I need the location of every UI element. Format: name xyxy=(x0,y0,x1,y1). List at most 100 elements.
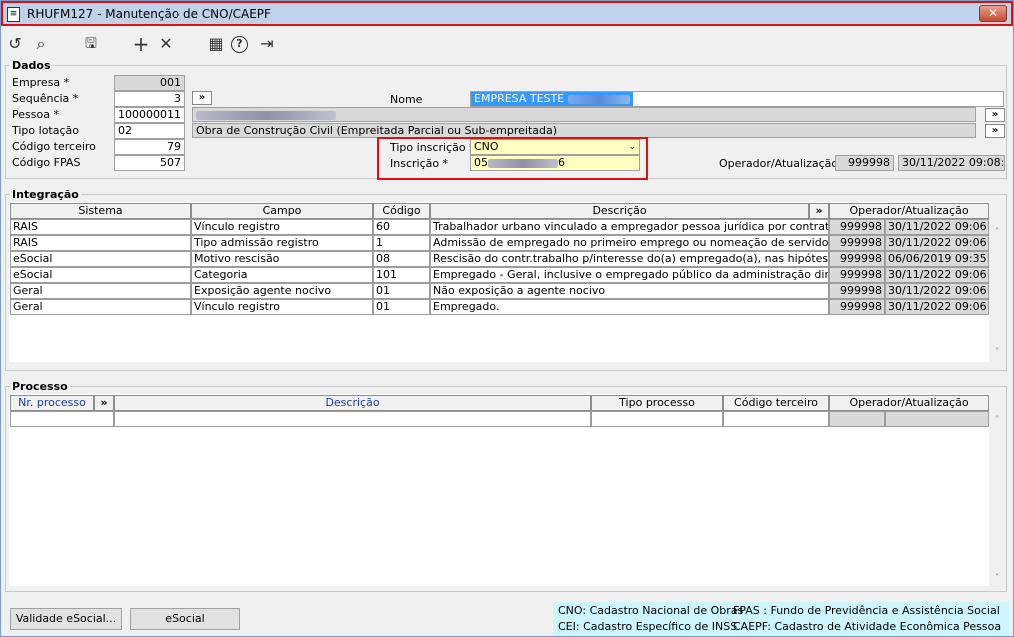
cell-campo[interactable]: Tipo admissão registro xyxy=(191,235,373,251)
inscricao-suffix: 6 xyxy=(558,156,565,169)
cell-operador: 999998 xyxy=(829,235,885,251)
search-icon[interactable]: ⌕ xyxy=(31,35,51,55)
expand-processo-button[interactable]: » xyxy=(94,395,114,411)
esocial-button[interactable]: eSocial xyxy=(130,608,240,630)
cell-sistema[interactable]: eSocial xyxy=(10,251,191,267)
empresa-field[interactable]: 001 xyxy=(114,75,185,91)
redacted-text xyxy=(567,94,630,104)
cell-codigo[interactable]: 08 xyxy=(373,251,430,267)
help-icon[interactable]: ? xyxy=(231,36,248,53)
processo-cell-tipo[interactable] xyxy=(591,411,723,427)
tipo-lotacao-field[interactable]: 02 xyxy=(114,123,185,139)
cell-sistema[interactable]: RAIS xyxy=(10,219,191,235)
tipo-inscricao-select[interactable]: CNO ⌄ xyxy=(470,139,640,155)
operador-label: Operador/Atualização xyxy=(719,157,839,170)
cell-sistema[interactable]: Geral xyxy=(10,283,191,299)
header-codigo[interactable]: Código xyxy=(373,203,430,219)
cell-campo[interactable]: Exposição agente nocivo xyxy=(191,283,373,299)
codigo-fpas-field[interactable]: 507 xyxy=(114,155,185,171)
cell-campo[interactable]: Motivo rescisão xyxy=(191,251,373,267)
legend-panel: CNO: Cadastro Nacional de Obras CEI: Cad… xyxy=(553,602,1009,636)
header-tipo-processo[interactable]: Tipo processo xyxy=(591,395,723,411)
cell-codigo[interactable]: 60 xyxy=(373,219,430,235)
calendar-icon[interactable]: ▦ xyxy=(206,35,226,55)
header-codigo-terceiro[interactable]: Código terceiro xyxy=(723,395,829,411)
delete-icon[interactable]: ✕ xyxy=(156,35,176,55)
operador-field: 999998 xyxy=(835,155,894,171)
cell-descricao[interactable]: Não exposição a agente nocivo xyxy=(430,283,829,299)
close-button[interactable]: ✕ xyxy=(979,5,1007,22)
processo-cell-codigo[interactable] xyxy=(723,411,829,427)
pessoa-field[interactable]: 100000011 xyxy=(114,107,185,123)
processo-cell-descricao[interactable] xyxy=(114,411,591,427)
cell-operador: 999998 xyxy=(829,267,885,283)
dados-legend: Dados xyxy=(10,59,53,72)
scroll-up-icon[interactable]: ˄ xyxy=(990,227,1004,238)
cell-descricao[interactable]: Admissão de empregado no primeiro empreg… xyxy=(430,235,829,251)
cell-codigo[interactable]: 01 xyxy=(373,299,430,315)
codigo-terceiro-label: Código terceiro xyxy=(12,140,96,153)
title-bar: ≡ RHUFM127 - Manutenção de CNO/CAEPF ✕ xyxy=(1,1,1013,26)
atualizacao-field: 30/11/2022 09:08:04 xyxy=(898,155,1005,171)
header-descricao[interactable]: Descrição xyxy=(430,203,809,219)
cell-data: 30/11/2022 09:06:39 xyxy=(885,235,989,251)
legend-caepf: CAEPF: Cadastro de Atividade Econômica P… xyxy=(733,620,1005,633)
cell-codigo[interactable]: 101 xyxy=(373,267,430,283)
exit-icon[interactable]: ⇥ xyxy=(257,35,277,55)
cell-operador: 999998 xyxy=(829,251,885,267)
tipo-inscricao-label: Tipo inscrição * xyxy=(390,141,475,154)
undo-icon[interactable]: ↺ xyxy=(5,35,25,55)
cell-campo[interactable]: Categoria xyxy=(191,267,373,283)
scroll-down-icon[interactable]: ˅ xyxy=(990,347,1004,358)
header-processo-descricao[interactable]: Descrição xyxy=(114,395,591,411)
processo-cell-data xyxy=(885,411,989,427)
cell-descricao[interactable]: Empregado. xyxy=(430,299,829,315)
chevron-down-icon: ⌄ xyxy=(628,142,636,152)
validade-esocial-button[interactable]: Validade eSocial... xyxy=(10,608,122,630)
nome-label: Nome xyxy=(390,93,423,106)
cell-data: 30/11/2022 09:06:39 xyxy=(885,283,989,299)
expand-pessoa-button[interactable]: » xyxy=(985,108,1005,122)
cell-sistema[interactable]: RAIS xyxy=(10,235,191,251)
header-processo-operador[interactable]: Operador/Atualização xyxy=(829,395,989,411)
cell-sistema[interactable]: Geral xyxy=(10,299,191,315)
cell-data: 30/11/2022 09:06:39 xyxy=(885,299,989,315)
cell-campo[interactable]: Vínculo registro xyxy=(191,299,373,315)
cell-descricao[interactable]: Trabalhador urbano vinculado a empregado… xyxy=(430,219,829,235)
header-sistema[interactable]: Sistema xyxy=(10,203,191,219)
cell-data: 30/11/2022 09:06:39 xyxy=(885,267,989,283)
cell-operador: 999998 xyxy=(829,219,885,235)
cell-codigo[interactable]: 1 xyxy=(373,235,430,251)
cell-descricao[interactable]: Empregado - Geral, inclusive o empregado… xyxy=(430,267,829,283)
legend-cno: CNO: Cadastro Nacional de Obras xyxy=(558,604,744,617)
inscricao-field[interactable]: 05 6 xyxy=(470,155,640,171)
header-nr-processo[interactable]: Nr. processo xyxy=(10,395,94,411)
header-operador[interactable]: Operador/Atualização xyxy=(829,203,989,219)
expand-lotacao-button[interactable]: » xyxy=(985,124,1005,138)
inscricao-label: Inscrição * xyxy=(390,157,449,170)
cell-sistema[interactable]: eSocial xyxy=(10,267,191,283)
nome-value: EMPRESA TESTE xyxy=(474,92,565,105)
expand-integracao-button[interactable]: » xyxy=(809,203,829,219)
window-title: RHUFM127 - Manutenção de CNO/CAEPF xyxy=(27,7,271,21)
cell-operador: 999998 xyxy=(829,299,885,315)
header-campo[interactable]: Campo xyxy=(191,203,373,219)
nome-field[interactable]: EMPRESA TESTE xyxy=(470,91,1004,107)
expand-dados-button[interactable]: » xyxy=(192,91,212,105)
integracao-legend: Integração xyxy=(10,188,81,201)
cell-campo[interactable]: Vínculo registro xyxy=(191,219,373,235)
tipo-lotacao-label: Tipo lotação xyxy=(12,124,80,137)
processo-cell-nr[interactable] xyxy=(10,411,114,427)
cell-descricao[interactable]: Rescisão do contr.trabalho p/interesse d… xyxy=(430,251,829,267)
codigo-terceiro-field[interactable]: 79 xyxy=(114,139,185,155)
cell-codigo[interactable]: 01 xyxy=(373,283,430,299)
scroll-up-icon[interactable]: ˄ xyxy=(990,415,1004,426)
scroll-down-icon[interactable]: ˅ xyxy=(990,573,1004,584)
processo-cell-operador xyxy=(829,411,885,427)
empresa-label: Empresa * xyxy=(12,76,70,89)
processo-legend: Processo xyxy=(10,380,70,393)
sequencia-field[interactable]: 3 xyxy=(114,91,185,107)
cell-operador: 999998 xyxy=(829,283,885,299)
add-icon[interactable]: + xyxy=(131,34,151,55)
save-icon[interactable]: 🖫 xyxy=(81,35,101,55)
